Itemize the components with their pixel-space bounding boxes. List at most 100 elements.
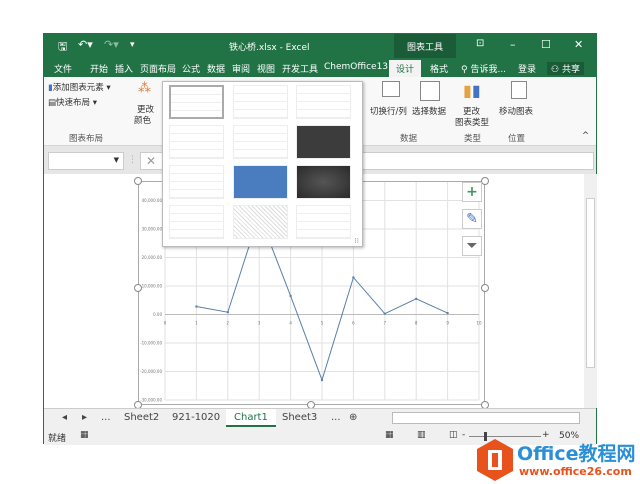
x-tick-label: 9	[446, 321, 449, 326]
sheet-tab-sheet3[interactable]: Sheet3	[282, 412, 317, 423]
horizontal-scrollbar[interactable]	[392, 412, 580, 424]
drag-handle-icon[interactable]: ⋮	[128, 155, 137, 165]
tab-formulas[interactable]: 公式	[182, 62, 200, 75]
tab-insert[interactable]: 插入	[115, 62, 133, 75]
resize-handle[interactable]	[481, 177, 489, 185]
tab-design[interactable]: 设计	[389, 60, 422, 77]
ribbon-display-icon[interactable]: ⊡	[476, 38, 484, 49]
page-layout-view-icon[interactable]: ▥	[417, 430, 426, 440]
maximize-icon[interactable]: ☐	[541, 38, 551, 51]
chevron-down-icon: ▼	[113, 156, 119, 164]
x-tick-label: 5	[321, 321, 324, 326]
window-title: 铁心桥.xlsx - Excel	[229, 43, 310, 53]
tab-page-layout[interactable]: 页面布局	[140, 62, 176, 75]
chart-style-3[interactable]	[296, 85, 351, 119]
cancel-icon[interactable]: ✕	[146, 154, 156, 168]
title-bar: 🖫 ↶▾ ↷▾ ▾ 铁心桥.xlsx - Excel 图表工具 ⊡ – ☐ ✕	[44, 34, 596, 77]
share-label: 共享	[561, 65, 580, 75]
switch-rowcol-icon	[382, 81, 400, 97]
chart-style-10[interactable]	[169, 205, 224, 239]
sheet-tab-chart1[interactable]: Chart1	[226, 409, 276, 427]
x-tick-label: 3	[258, 321, 261, 326]
undo-icon[interactable]: ↶▾	[78, 38, 93, 51]
zoom-out-icon[interactable]: -	[462, 430, 465, 440]
resize-handle[interactable]	[134, 284, 142, 292]
change-chart-type-button[interactable]: ▮▮ 更改 图表类型	[455, 81, 491, 131]
name-box[interactable]: ▼	[48, 152, 124, 170]
gallery-resize-icon[interactable]: ⁞⁞	[355, 237, 359, 245]
tab-format[interactable]: 格式	[430, 62, 448, 75]
change-type-label-2: 图表类型	[455, 118, 490, 128]
bar-chart-icon: ▮▮	[463, 81, 481, 100]
page-break-view-icon[interactable]: ◫	[449, 430, 458, 440]
sheet-tab-more-left[interactable]: ...	[101, 412, 111, 423]
chart-style-4[interactable]	[169, 125, 224, 159]
watermark-logo: Office教程网 www.office26.com	[475, 437, 640, 484]
quick-layout-button[interactable]: ▤快速布局 ▾	[48, 96, 97, 108]
sheet-tab-more-right[interactable]: ...	[331, 412, 341, 423]
add-chart-element-button[interactable]: ▮添加图表元素 ▾	[48, 81, 111, 93]
x-tick-label: 2	[227, 321, 230, 326]
share-button[interactable]: ⚇ 共享	[547, 62, 584, 75]
close-icon[interactable]: ✕	[574, 38, 583, 51]
tab-data[interactable]: 数据	[207, 62, 225, 75]
group-chart-layout-label: 图表布局	[69, 134, 104, 144]
macro-record-icon[interactable]: ▦	[80, 430, 89, 440]
x-tick-label: 7	[384, 321, 387, 326]
change-colors-button[interactable]: ⁂ 更改 颜色	[132, 81, 162, 127]
excel-window: 🖫 ↶▾ ↷▾ ▾ 铁心桥.xlsx - Excel 图表工具 ⊡ – ☐ ✕ …	[43, 33, 597, 445]
move-chart-button[interactable]: 移动图表	[499, 81, 537, 121]
scroll-thumb[interactable]	[586, 198, 595, 368]
vertical-scrollbar[interactable]	[584, 174, 597, 408]
chart-style-9[interactable]	[296, 165, 351, 199]
data-point	[352, 276, 355, 279]
y-tick-label: 10,000.00	[142, 284, 163, 289]
select-data-button[interactable]: 选择数据	[412, 81, 452, 121]
tell-me-label: 告诉我...	[470, 65, 507, 75]
status-ready: 就绪	[48, 434, 67, 444]
chart-style-11[interactable]	[233, 205, 288, 239]
data-point	[195, 305, 198, 308]
y-tick-label: -20,000.00	[140, 369, 162, 374]
x-tick-label: 6	[352, 321, 355, 326]
y-tick-label: 40,000.00	[142, 198, 163, 203]
switch-row-column-button[interactable]: 切换行/列	[370, 81, 410, 121]
tell-me-search[interactable]: ⚲ 告诉我...	[461, 62, 506, 75]
redo-icon[interactable]: ↷▾	[104, 38, 119, 51]
login-link[interactable]: 登录	[518, 62, 536, 75]
chart-style-8[interactable]	[233, 165, 288, 199]
resize-handle[interactable]	[134, 177, 142, 185]
chart-styles-brush-icon[interactable]: ✎	[462, 209, 482, 229]
group-type-label: 类型	[464, 134, 482, 144]
customize-qat-icon[interactable]: ▾	[130, 40, 135, 50]
chart-elements-plus-icon[interactable]: +	[462, 182, 482, 202]
save-icon[interactable]: 🖫	[58, 38, 67, 57]
data-point	[446, 311, 449, 315]
y-tick-label: 30,000.00	[142, 227, 163, 232]
add-sheet-icon[interactable]: ⊕	[349, 412, 357, 423]
collapse-ribbon-icon[interactable]: ^	[582, 131, 589, 141]
watermark-url: www.office26.com	[519, 465, 632, 478]
minimize-icon[interactable]: –	[510, 38, 516, 51]
tab-file[interactable]: 文件	[54, 62, 72, 75]
tab-view[interactable]: 视图	[257, 62, 275, 75]
x-tick-label: 4	[289, 321, 292, 326]
chart-style-5[interactable]	[233, 125, 288, 159]
chart-style-1[interactable]	[169, 85, 224, 119]
chart-filter-icon[interactable]: ⏷	[462, 236, 482, 256]
normal-view-icon[interactable]: ▦	[385, 430, 394, 440]
sheet-tab-921-1020[interactable]: 921-1020	[172, 412, 220, 423]
tab-chemoffice[interactable]: ChemOffice13	[324, 62, 388, 72]
scroll-tabs-left-icon[interactable]: ◂	[62, 412, 67, 423]
tab-review[interactable]: 审阅	[232, 62, 250, 75]
chart-style-7[interactable]	[169, 165, 224, 199]
sheet-tab-sheet2[interactable]: Sheet2	[124, 412, 159, 423]
tab-home[interactable]: 开始	[90, 62, 108, 75]
chart-style-12[interactable]	[296, 205, 351, 239]
resize-handle[interactable]	[481, 284, 489, 292]
tab-developer[interactable]: 开发工具	[282, 62, 318, 75]
chart-style-2[interactable]	[233, 85, 288, 119]
watermark-brand: Office教程网	[517, 443, 636, 465]
scroll-tabs-right-icon[interactable]: ▸	[82, 412, 87, 423]
chart-style-6[interactable]	[296, 125, 351, 159]
